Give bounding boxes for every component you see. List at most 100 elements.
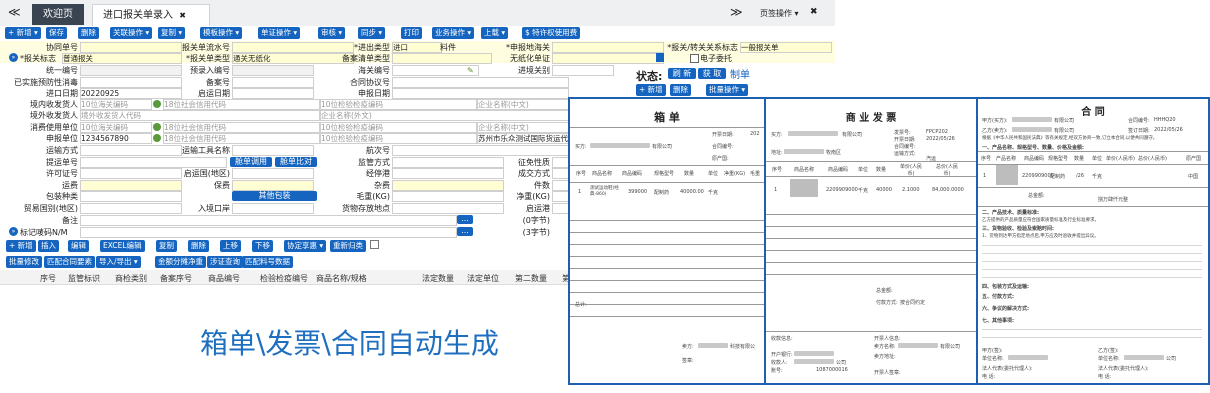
remarks-more-button[interactable]: ... (457, 215, 473, 224)
departure-date-field[interactable] (232, 88, 314, 99)
review-button[interactable]: 审核 ▾ (318, 27, 346, 39)
list-copy-button[interactable]: 复制 (156, 240, 177, 252)
filing-type-field[interactable] (392, 53, 492, 64)
tab-next-icon[interactable]: ≫ (730, 5, 743, 19)
list-reclassify-button[interactable]: 重新归类 (330, 240, 366, 252)
consumer-credit-field[interactable]: 18位社会信用代码 (163, 122, 320, 133)
other-package-button[interactable]: 其他包装 (232, 191, 317, 201)
transit-flag-field[interactable]: 一般报关单 (740, 42, 832, 53)
related-ops-button[interactable]: 关联操作 ▾ (110, 27, 153, 39)
tab-import-declaration[interactable]: 进口报关单录入 ✖ (92, 4, 210, 26)
list-move-down-button[interactable]: 下移 (252, 240, 273, 252)
doc-batch-button[interactable]: 批量操作 ▾ (706, 84, 749, 96)
delete-button[interactable]: 删除 (78, 27, 99, 39)
list-agreement-button[interactable]: 协定享惠 ▾ (284, 240, 327, 252)
marks-more-button[interactable]: ... (457, 227, 473, 236)
list-checkbox[interactable] (370, 240, 379, 249)
fullscreen-icon[interactable]: ✖ (810, 7, 818, 17)
match-part-no-button[interactable]: 匹配料号数据 (242, 256, 293, 268)
list-excel-edit-button[interactable]: EXCEL编辑 (100, 240, 145, 252)
tab-close-icon[interactable]: ✖ (179, 11, 186, 20)
voyage-no-field[interactable] (392, 145, 569, 156)
vessel-name-field[interactable] (232, 145, 314, 156)
upload-button[interactable]: 上载 ▾ (481, 27, 509, 39)
consignee-name-field[interactable]: 企业名称(中文) (477, 99, 577, 110)
label-overseas-consignee: 境外收发货人 (30, 111, 78, 120)
batch-edit-button[interactable]: 批量修改 (6, 256, 42, 268)
consignee-ciq-field[interactable]: 10位检验检疫编码 (320, 99, 477, 110)
consumer-name-field[interactable]: 企业名称(中文) (477, 122, 577, 133)
declarant-code-field[interactable]: 1234567890 (80, 133, 152, 144)
storage-field[interactable] (392, 203, 504, 214)
package-type-field[interactable] (80, 191, 182, 202)
bill-no-field[interactable] (80, 157, 227, 168)
io-type-field[interactable]: 进口 (392, 42, 442, 53)
consignee-code-field[interactable]: 10位海关编码 (80, 99, 152, 110)
sync-button[interactable]: 同步 ▾ (358, 27, 386, 39)
remarks-field[interactable] (80, 215, 457, 226)
list-insert-button[interactable]: 插入 (38, 240, 59, 252)
list-edit-button[interactable]: 编辑 (68, 240, 89, 252)
fetch-button[interactable]: 获 取 (698, 68, 726, 79)
contract-no-field[interactable] (392, 77, 569, 88)
declarant-credit-field[interactable]: 18位社会信用代码 (163, 133, 320, 144)
consumer-ciq-field[interactable]: 10位检验检疫编码 (320, 122, 477, 133)
doc-ops-button[interactable]: 单证操作 ▾ (258, 27, 301, 39)
redacted (1012, 117, 1052, 122)
contract-sec2-text: 乙方提供的产品质量应符合国家质量标准及行业标准要求。 (982, 218, 1099, 223)
e-entrust-checkbox[interactable] (690, 54, 699, 63)
paperless-dropdown-icon[interactable] (656, 53, 664, 62)
paperless-field[interactable] (552, 53, 664, 64)
edit-icon[interactable]: ✎ (467, 66, 474, 75)
print-button[interactable]: 打印 (401, 27, 422, 39)
tab-prev-icon[interactable]: ≪ (8, 5, 21, 19)
misc-fee-field[interactable] (392, 180, 504, 191)
decl-date-field[interactable] (392, 88, 569, 99)
consignee-credit-field[interactable]: 18位社会信用代码 (163, 99, 320, 110)
template-ops-button[interactable]: 模板操作 ▾ (200, 27, 243, 39)
copy-button[interactable]: 复制 ▾ (158, 27, 186, 39)
depart-country-field[interactable] (232, 168, 314, 179)
add-icon[interactable] (153, 100, 161, 108)
royalty-button[interactable]: $ 特许权使用费 (522, 27, 581, 39)
list-new-button[interactable]: + 新增 (6, 240, 36, 252)
insurance-field[interactable] (232, 180, 314, 191)
business-ops-button[interactable]: 业务操作 ▾ (432, 27, 475, 39)
allocate-weight-button[interactable]: 金额分摊净重 (155, 256, 206, 268)
add-icon[interactable] (153, 134, 161, 142)
supervision-field[interactable] (392, 157, 504, 168)
overseas-code-field[interactable]: 境外收发货人代码 (80, 110, 320, 121)
entry-port2-field[interactable] (232, 203, 314, 214)
overseas-name-field[interactable]: 企业名称(外文) (320, 110, 577, 121)
doc-new-button[interactable]: + 新增 (636, 84, 666, 96)
list-move-up-button[interactable]: 上移 (220, 240, 241, 252)
declarant-name-field[interactable]: 苏州市乐众测试国际货运代理 (477, 133, 577, 144)
declarant-ciq-field[interactable]: 10位检验检疫编码 (320, 133, 477, 144)
consumer-code-field[interactable]: 10位海关编码 (80, 122, 152, 133)
filing-no-field[interactable] (232, 77, 314, 88)
doc-delete-button[interactable]: 删除 (670, 84, 691, 96)
packing-h-gross: 毛重 (750, 171, 761, 177)
decl-customs-field[interactable] (552, 42, 664, 53)
list-delete-button[interactable]: 删除 (188, 240, 209, 252)
add-icon[interactable] (153, 123, 161, 131)
packing-r-seq: 1 (578, 189, 582, 195)
label-bill-no: 提运单号 (46, 158, 78, 167)
match-contract-button[interactable]: 匹配合同要素 (44, 256, 95, 268)
license-query-button[interactable]: 涉证查询 (207, 256, 243, 268)
tab-home[interactable]: 欢迎页 (32, 4, 84, 25)
transit-port-field[interactable] (392, 168, 504, 179)
marks-field[interactable] (80, 227, 457, 238)
gross-weight-field[interactable] (392, 191, 504, 202)
customs-no-field[interactable] (392, 65, 479, 76)
make-doc-link[interactable]: 制单 (730, 66, 750, 81)
save-button[interactable]: 保存 (46, 27, 67, 39)
import-export-button[interactable]: 导入/导出 ▾ (96, 256, 141, 268)
manifest-call-button[interactable]: 舱单调用 (230, 157, 272, 167)
entry-port-field[interactable] (552, 65, 614, 76)
expand-icon[interactable]: » (9, 227, 18, 236)
expand-icon[interactable]: » (9, 53, 18, 62)
page-ops-menu[interactable]: 页签操作 ▾ (760, 8, 799, 19)
refresh-button[interactable]: 刷 新 (668, 68, 696, 79)
new-button[interactable]: + 新增 ▾ (5, 27, 41, 39)
